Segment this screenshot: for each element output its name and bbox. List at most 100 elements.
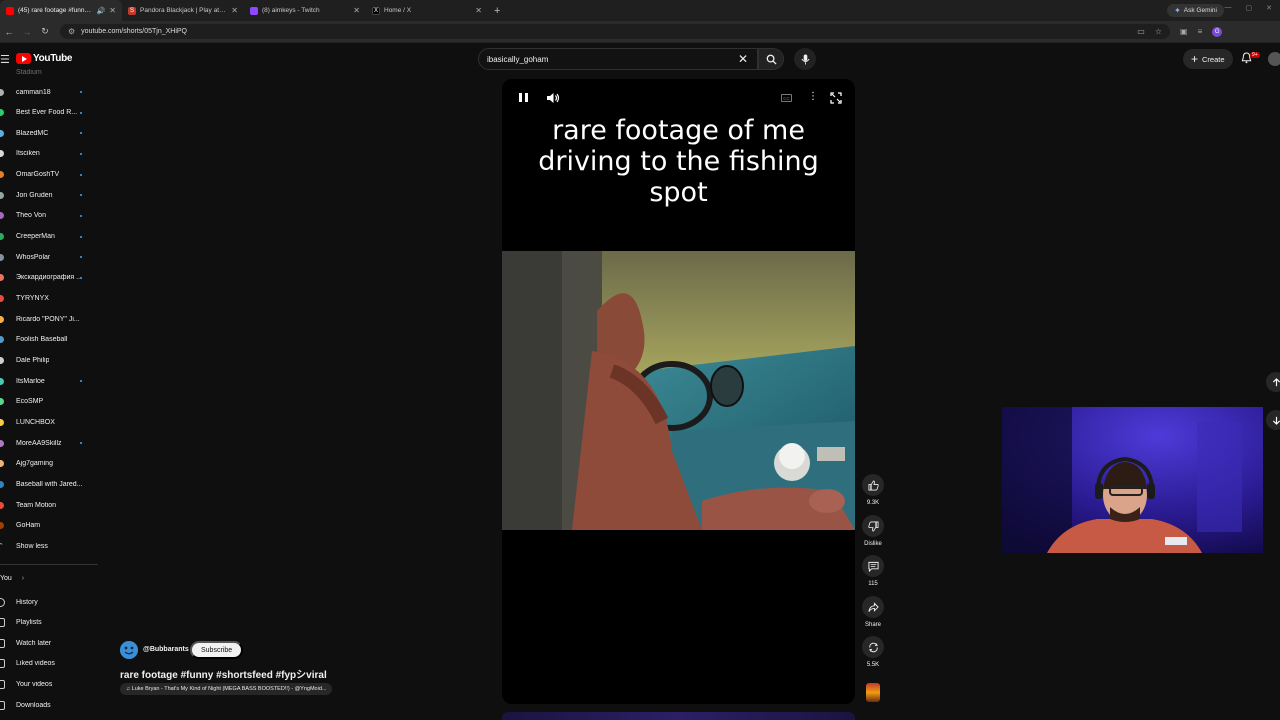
close-window-icon[interactable]: ✕: [1266, 4, 1272, 12]
sidebar-item-label: OmarGoshTV: [16, 171, 60, 179]
create-button[interactable]: + Create: [1183, 49, 1233, 69]
sidebar-item-subscription[interactable]: Экскардиография ...: [0, 268, 98, 288]
side-panel-icon[interactable]: ▣: [1180, 27, 1188, 36]
subscribe-button[interactable]: Subscribe: [190, 641, 244, 659]
browser-tab-youtube[interactable]: (45) rare footage #funny #s 🔊 ✕: [0, 0, 122, 21]
new-content-dot: [80, 91, 82, 93]
comments-button[interactable]: [862, 555, 884, 577]
captions-button[interactable]: CC: [781, 94, 792, 102]
tab-close-icon[interactable]: ✕: [231, 6, 238, 15]
back-icon[interactable]: ←: [0, 27, 18, 37]
new-content-dot: [80, 111, 82, 114]
channel-name[interactable]: @Bubbarants: [143, 646, 189, 653]
search-button[interactable]: [758, 48, 784, 70]
tab-close-icon[interactable]: ✕: [109, 6, 116, 15]
site-info-icon[interactable]: ⚙: [68, 27, 75, 36]
browser-tab-pandora[interactable]: S Pandora Blackjack | Play at Bo ✕: [122, 0, 244, 21]
tab-close-icon[interactable]: ✕: [475, 6, 482, 15]
reload-icon[interactable]: ↻: [36, 26, 54, 37]
sidebar-item-subscription[interactable]: Best Ever Food R...: [0, 103, 98, 123]
sound-thumbnail[interactable]: [866, 683, 880, 702]
microphone-icon: [801, 54, 809, 64]
sidebar-item-subscription[interactable]: BlazedMC: [0, 123, 98, 143]
sidebar-item-your-videos[interactable]: Your videos: [0, 675, 98, 695]
minimize-icon[interactable]: —: [1225, 4, 1232, 12]
audio-playing-icon[interactable]: 🔊: [97, 7, 106, 15]
shorts-player[interactable]: CC ⋮ rare footage of me driving to the f…: [502, 79, 855, 704]
short-title[interactable]: rare footage #funny #shortsfeed #fypシvir…: [120, 666, 327, 681]
sidebar-item-subscription[interactable]: ItsMarloe: [0, 371, 98, 391]
sidebar-item-label: MoreAA9Skillz: [16, 439, 62, 447]
profile-icon[interactable]: G: [1212, 26, 1223, 37]
bookmark-star-icon[interactable]: ☆: [1155, 27, 1162, 36]
remix-button[interactable]: [862, 636, 884, 658]
sidebar-item-label: Itsciken: [16, 150, 40, 158]
sidebar-item-subscription[interactable]: WhosPolar: [0, 247, 98, 267]
sidebar-item-subscription[interactable]: LUNCHBOX: [0, 412, 98, 432]
fullscreen-icon[interactable]: [830, 92, 842, 104]
dislike-button[interactable]: [862, 515, 884, 537]
more-options-icon[interactable]: ⋮: [808, 91, 818, 102]
comment-count: 115: [868, 581, 878, 587]
volume-icon[interactable]: [546, 92, 560, 104]
sidebar-item-label: TYRYNYX: [16, 295, 49, 302]
search-input[interactable]: ibasically_goham: [478, 48, 758, 70]
sidebar-item-subscription[interactable]: camman18: [0, 82, 98, 102]
sidebar-item-label: Foolish Baseball: [16, 336, 68, 344]
sidebar-you-header[interactable]: You ›: [0, 575, 24, 582]
maximize-icon[interactable]: ▢: [1246, 4, 1253, 12]
sidebar-item-partial[interactable]: Stadium: [0, 66, 98, 82]
sidebar-item-subscription[interactable]: GoHam: [0, 516, 98, 536]
channel-avatar: [0, 480, 4, 488]
music-attribution[interactable]: ♫ Luke Bryan - That's My Kind of Night (…: [120, 683, 333, 695]
channel-avatar[interactable]: [120, 641, 138, 659]
browser-tab-twitch[interactable]: (8) aimkeys - Twitch ✕: [244, 0, 366, 21]
sidebar-item-subscription[interactable]: Jon Gruden: [0, 185, 98, 205]
sidebar-item-subscription[interactable]: Foolish Baseball: [0, 330, 98, 350]
new-tab-button[interactable]: +: [494, 5, 500, 17]
sidebar-item-subscription[interactable]: Theo Von: [0, 206, 98, 226]
new-content-dot: [80, 194, 82, 197]
clear-search-icon[interactable]: ✕: [738, 52, 748, 66]
tab-close-icon[interactable]: ✕: [353, 6, 360, 15]
sidebar-item-playlists[interactable]: Playlists: [0, 613, 98, 633]
share-button[interactable]: [862, 596, 884, 618]
like-button[interactable]: [862, 474, 884, 496]
forward-icon[interactable]: →: [18, 27, 36, 37]
account-avatar[interactable]: [1268, 52, 1280, 66]
ask-gemini-button[interactable]: ✦ Ask Gemini: [1167, 4, 1224, 17]
next-short-preview[interactable]: [502, 712, 855, 720]
sidebar-item-subscription[interactable]: Baseball with Jared...: [0, 474, 98, 494]
sidebar-item-history[interactable]: History: [0, 592, 98, 612]
sidebar-item-label: Team Motion: [16, 501, 57, 509]
sidebar-item-subscription[interactable]: TYRYNYX: [0, 289, 98, 309]
reading-list-icon[interactable]: ≡: [1198, 27, 1203, 36]
smiley-avatar-icon: [120, 641, 138, 659]
previous-short-button[interactable]: [1266, 372, 1280, 392]
sidebar-item-subscription[interactable]: Team Motion: [0, 495, 98, 515]
sidebar-item-liked-videos[interactable]: Liked videos: [0, 654, 98, 674]
pause-button[interactable]: [516, 93, 530, 105]
sidebar-item-subscription[interactable]: CreeperMan: [0, 227, 98, 247]
sidebar-item-subscription[interactable]: Ricardo "PONY" Ji...: [0, 309, 98, 329]
sidebar-item-subscription[interactable]: Dale Philip: [0, 350, 98, 370]
sidebar-item-subscription[interactable]: Ajg7gaming: [0, 454, 98, 474]
cast-icon[interactable]: ▭: [1137, 27, 1145, 36]
address-bar[interactable]: ⚙ youtube.com/shorts/05Tjn_XHiPQ ▭ ☆: [60, 24, 1170, 39]
video-frame: [502, 251, 855, 530]
sidebar-item-subscription[interactable]: Itsciken: [0, 144, 98, 164]
sidebar-item-subscription[interactable]: MoreAA9Skillz: [0, 433, 98, 453]
hamburger-menu-icon[interactable]: ☰: [0, 53, 10, 66]
sidebar-item-watch-later[interactable]: Watch later: [0, 633, 98, 653]
browser-tab-x[interactable]: X Home / X ✕: [366, 0, 488, 21]
channel-avatar: [0, 315, 4, 323]
youtube-logo[interactable]: YouTube: [16, 53, 73, 64]
channel-avatar: [0, 171, 4, 179]
voice-search-button[interactable]: [794, 48, 816, 70]
show-less-button[interactable]: ⌃ Show less: [0, 536, 98, 556]
sidebar-item-subscription[interactable]: OmarGoshTV: [0, 165, 98, 185]
video-still-image: [502, 251, 855, 530]
next-short-button[interactable]: [1266, 410, 1280, 430]
sidebar-item-downloads[interactable]: Downloads: [0, 695, 98, 715]
sidebar-item-subscription[interactable]: EcoSMP: [0, 392, 98, 412]
